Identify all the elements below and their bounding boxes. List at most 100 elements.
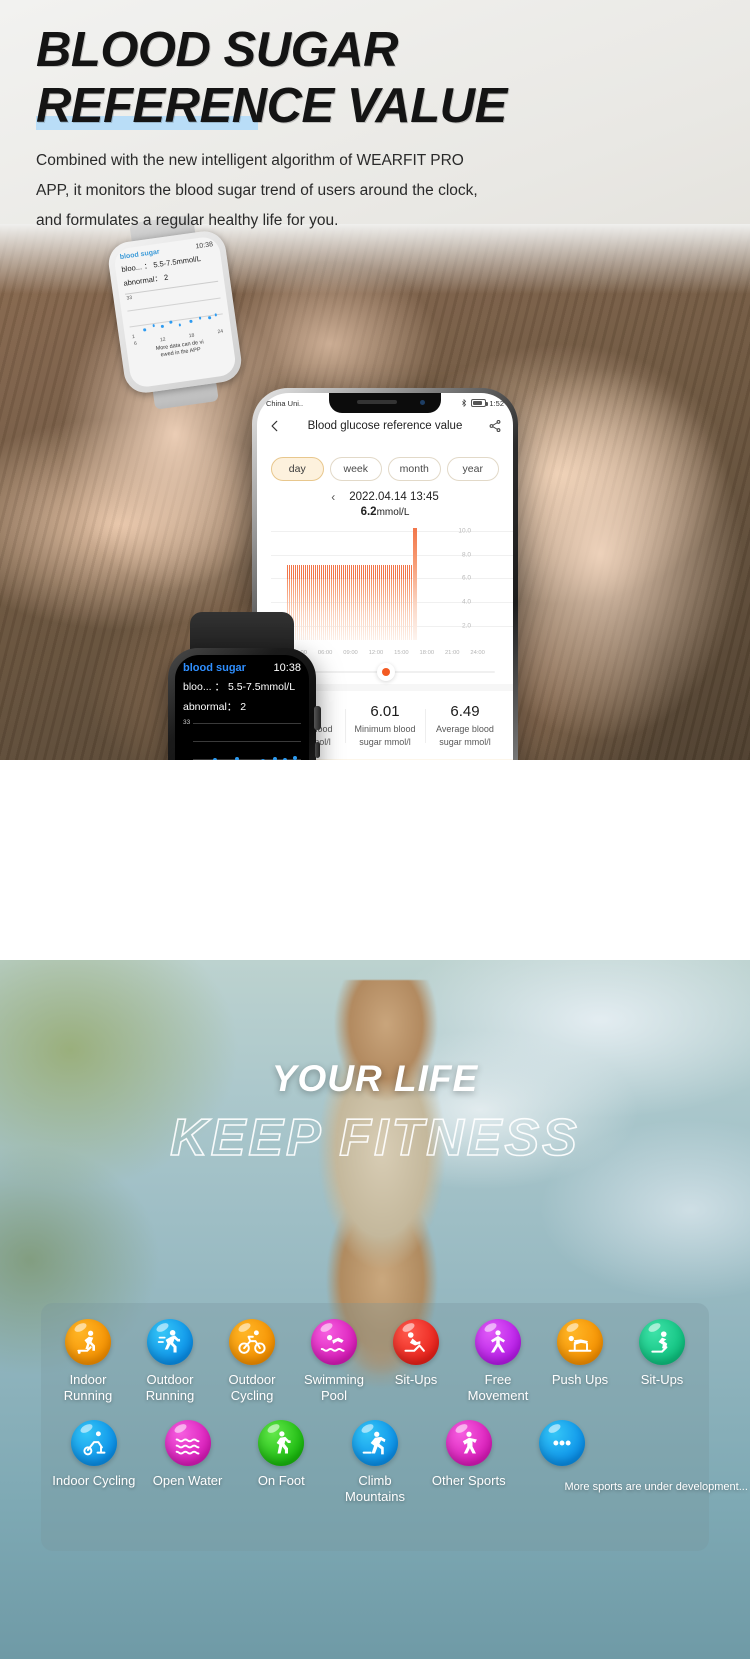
chart-xtick: 09:00	[343, 650, 358, 656]
watch-xtick: 12	[159, 336, 167, 344]
watch-chart: 33 1 6 12 1	[183, 719, 301, 760]
sport-item-open-water[interactable]: Open Water	[141, 1420, 235, 1505]
page-root: BLOOD SUGAR REFERENCE VALUE Combined wit…	[0, 0, 750, 1659]
background-smartwatch: blood sugar 10:38 bloo... ： 5.5-7.5mmol/…	[105, 214, 245, 410]
sport-item-swimming-pool[interactable]: Swimming Pool	[293, 1319, 375, 1404]
chart-area-series	[287, 564, 416, 640]
watch-xtick: 6	[133, 340, 138, 347]
sport-item-free-movement[interactable]: Free Movement	[457, 1319, 539, 1404]
stat-label: Minimum blood sugar mmol/l	[354, 724, 416, 747]
stat-average: 6.49 Average blood sugar mmol/l	[425, 703, 505, 749]
app-page-title: Blood glucose reference value	[307, 420, 463, 432]
bluetooth-icon	[462, 398, 467, 408]
free-movement-icon	[475, 1319, 521, 1365]
bicycle-icon	[229, 1319, 275, 1365]
watch-crown[interactable]	[314, 706, 321, 730]
watch-screen: blood sugar 10:38 bloo... ： 5.5-7.5mmol/…	[175, 655, 309, 760]
back-icon[interactable]	[268, 419, 282, 433]
hero-paragraph-line1: Combined with the new intelligent algori…	[36, 152, 464, 169]
sport-item-sit-ups-alt[interactable]: Sit-Ups	[621, 1319, 703, 1404]
battery-icon	[471, 399, 489, 407]
watch-side-button[interactable]	[315, 742, 320, 758]
tab-month[interactable]: month	[388, 457, 441, 481]
watch-chart-ymax: 33	[183, 719, 191, 726]
sport-item-climb-mountains[interactable]: Climb Mountains	[328, 1420, 422, 1505]
previous-date-button[interactable]: ‹	[331, 490, 335, 504]
sports-row-2: Indoor Cycling Open Water On Foot Climb …	[47, 1420, 748, 1505]
sport-item-other-sports[interactable]: Other Sports	[422, 1420, 516, 1505]
sport-item-sit-ups[interactable]: Sit-Ups	[375, 1319, 457, 1404]
page-title: BLOOD SUGAR REFERENCE VALUE	[36, 22, 507, 134]
fitness-title-line1: YOUR LIFE	[271, 1058, 479, 1099]
sport-label: Push Ups	[551, 1372, 609, 1387]
treadmill-icon	[65, 1319, 111, 1365]
watch-screen-time: 10:38	[195, 241, 214, 251]
hero-paragraph: Combined with the new intelligent algori…	[36, 146, 546, 236]
stat-value: 6.01	[370, 703, 400, 720]
date-navigator[interactable]: ‹ 2022.04.14 13:45	[257, 481, 513, 504]
sport-label: Outdoor Running	[145, 1372, 195, 1403]
tab-day[interactable]: day	[271, 457, 324, 481]
watch-chart-ymax: 33	[126, 294, 133, 302]
sport-label: Indoor Running	[63, 1372, 113, 1403]
stat-minimum: 6.01 Minimum blood sugar mmol/l	[345, 703, 425, 749]
chart-xtick: 18:00	[419, 650, 435, 656]
sport-item-indoor-running[interactable]: Indoor Running	[47, 1319, 129, 1404]
sport-label: Swimming Pool	[304, 1372, 364, 1403]
watch-screen: blood sugar 10:38 bloo... ： 5.5-7.5mmol/…	[112, 235, 238, 389]
tab-week[interactable]: week	[329, 457, 382, 481]
foreground-smartwatch: blood sugar 10:38 bloo... ： 5.5-7.5mmol/…	[168, 612, 321, 760]
sport-item-outdoor-cycling[interactable]: Outdoor Cycling	[211, 1319, 293, 1404]
sport-item-push-ups[interactable]: Push Ups	[539, 1319, 621, 1404]
pushup-icon	[557, 1319, 603, 1365]
watch-screen-title: blood sugar	[183, 662, 246, 674]
chart-xtick: 06:00	[317, 650, 333, 656]
sport-label: Indoor Cycling	[52, 1473, 136, 1488]
watch-range-line: bloo... ： 5.5-7.5mmol/L	[183, 681, 296, 693]
more-sports-note: More sports are under development...	[564, 1420, 747, 1505]
watch-screen-header: blood sugar 10:38	[183, 662, 301, 674]
chart-xtick: 15:00	[394, 650, 409, 656]
walking-icon	[258, 1420, 305, 1466]
stat-label: Average blood sugar mmol/l	[436, 724, 494, 747]
chart-ytick: 2.0	[461, 622, 471, 630]
more-sports-text: More sports are under development...	[564, 1481, 748, 1493]
current-reading-unit: mmol/L	[376, 507, 410, 518]
hero-paragraph-line3: and formulates a regular healthy life fo…	[36, 212, 339, 229]
current-reading-value: 6.2	[360, 506, 377, 518]
sports-panel: Indoor Running Outdoor Running Outdoor C…	[41, 1303, 748, 1551]
fitness-title-line2: KEEP FITNESS	[169, 1108, 580, 1168]
hero-section: BLOOD SUGAR REFERENCE VALUE Combined wit…	[0, 0, 750, 760]
ellipsis-icon	[539, 1420, 586, 1466]
sport-label: Open Water	[152, 1473, 223, 1488]
sport-item-indoor-cycling[interactable]: Indoor Cycling	[47, 1420, 141, 1505]
scrubber-knob[interactable]	[377, 663, 396, 681]
share-icon[interactable]	[488, 419, 502, 433]
sport-label: Climb Mountains	[345, 1473, 405, 1504]
fitness-section: YOUR LIFE KEEP FITNESS Indoor Running Ou…	[0, 960, 750, 1659]
sport-label: On Foot	[257, 1473, 305, 1488]
current-date-label: 2022.04.14 13:45	[349, 491, 439, 503]
chart-xtick: 21:00	[444, 650, 460, 656]
situp-alt-icon	[639, 1319, 685, 1365]
open-water-icon	[164, 1420, 211, 1466]
chart-ytick: 10.0	[458, 527, 471, 535]
page-title-line1: BLOOD SUGAR	[36, 23, 399, 77]
tab-year[interactable]: year	[446, 457, 499, 481]
sport-item-outdoor-running[interactable]: Outdoor Running	[129, 1319, 211, 1404]
chart-spike-marker	[413, 528, 418, 640]
sport-label: Sit-Ups	[394, 1372, 438, 1387]
chart-ytick: 6.0	[461, 574, 471, 582]
status-bar: China Uni.. 1:52	[257, 393, 513, 413]
chart-xtick: 24:00	[470, 650, 485, 656]
situp-icon	[393, 1319, 439, 1365]
sport-label: Outdoor Cycling	[228, 1372, 276, 1403]
sport-item-on-foot[interactable]: On Foot	[234, 1420, 328, 1505]
app-navbar: Blood glucose reference value	[257, 413, 513, 441]
period-segmented-control[interactable]: day week month year	[257, 441, 513, 481]
clock-label: 1:52	[489, 398, 504, 408]
sports-row-1: Indoor Running Outdoor Running Outdoor C…	[47, 1319, 703, 1404]
glucose-chart: 10.0 8.0 6.0 4.0 2.0 00:00 0	[257, 526, 513, 658]
watch-xtick: 24	[217, 328, 224, 336]
current-reading: 6.2mmol/L	[257, 504, 513, 518]
